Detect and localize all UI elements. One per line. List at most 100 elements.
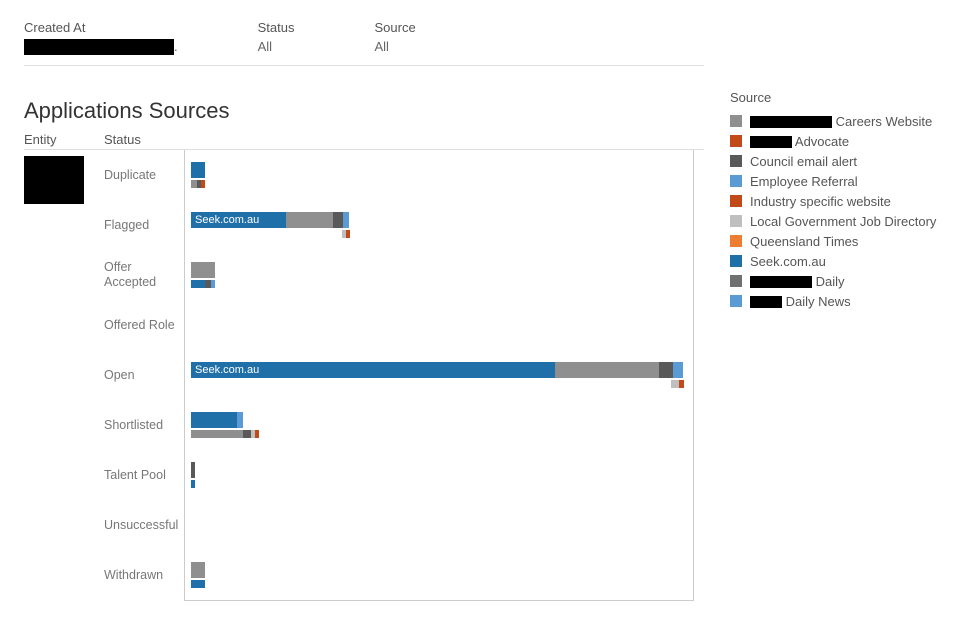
- filter-label: Created At: [24, 20, 178, 35]
- legend-item[interactable]: Local Government Job Directory: [730, 211, 956, 231]
- legend-item[interactable]: Industry specific website: [730, 191, 956, 211]
- bar-row: Seek.com.au: [191, 362, 687, 378]
- legend-item[interactable]: Daily News: [730, 291, 956, 311]
- legend-swatch: [730, 275, 742, 287]
- bar-segment-industry[interactable]: [255, 430, 259, 438]
- legend-swatch: [730, 195, 742, 207]
- bar-segment-industry[interactable]: [679, 380, 684, 388]
- legend-swatch: [730, 115, 742, 127]
- bar-segment-seek[interactable]: [191, 280, 205, 288]
- filter-source[interactable]: Source All: [374, 20, 415, 55]
- bar-segment-careers[interactable]: [286, 212, 334, 228]
- redacted-text: [750, 136, 792, 148]
- legend-item[interactable]: Queensland Times: [730, 231, 956, 251]
- legend-label: Advocate: [750, 134, 849, 149]
- redacted-text: [750, 116, 832, 128]
- bar-segment-council[interactable]: [243, 430, 251, 438]
- legend-item[interactable]: Council email alert: [730, 151, 956, 171]
- bar-row: [191, 412, 687, 428]
- bar-row: [671, 380, 687, 388]
- legend-label: Queensland Times: [750, 234, 858, 249]
- status-cell: Shortlisted: [104, 400, 184, 450]
- filter-created-at[interactable]: Created At .: [24, 20, 178, 55]
- legend-item[interactable]: Employee Referral: [730, 171, 956, 191]
- bar-row: [191, 480, 687, 488]
- status-cell: Offer Accepted: [104, 250, 184, 300]
- bar-segment-seek[interactable]: Seek.com.au: [191, 362, 555, 378]
- legend-label: Seek.com.au: [750, 254, 826, 269]
- legend-swatch: [730, 135, 742, 147]
- redacted-entity: [24, 156, 84, 204]
- bar-segment-seek[interactable]: Seek.com.au: [191, 212, 286, 228]
- bar-segment-empref[interactable]: [237, 412, 243, 428]
- status-column: DuplicateFlaggedOffer AcceptedOffered Ro…: [104, 150, 184, 601]
- legend: Source Careers Website Advocate Council e…: [730, 90, 956, 601]
- filter-label: Status: [258, 20, 295, 35]
- legend-swatch: [730, 235, 742, 247]
- status-cell: Flagged: [104, 200, 184, 250]
- legend-item[interactable]: Daily: [730, 271, 956, 291]
- chart-title: Applications Sources: [24, 98, 704, 124]
- bar-segment-seek[interactable]: [191, 412, 237, 428]
- bar-segment-council[interactable]: [659, 362, 673, 378]
- filter-bar: Created At . Status All Source All: [24, 20, 704, 66]
- plot-cell: [185, 550, 693, 600]
- bar-segment-council[interactable]: [333, 212, 343, 228]
- bar-segment-careers[interactable]: [191, 562, 205, 578]
- legend-title: Source: [730, 90, 956, 105]
- legend-item[interactable]: Seek.com.au: [730, 251, 956, 271]
- col-status-header: Status: [104, 132, 184, 147]
- bar-row: Seek.com.au: [191, 212, 687, 228]
- status-cell: Duplicate: [104, 150, 184, 200]
- plot-cell: [185, 500, 693, 550]
- plot-cell: [185, 250, 693, 300]
- legend-item[interactable]: Advocate: [730, 131, 956, 151]
- bar-segment-localgov[interactable]: [671, 380, 679, 388]
- bar-segment-empref[interactable]: [343, 212, 349, 228]
- bar-segment-empref[interactable]: [211, 280, 215, 288]
- bar-row: [191, 280, 687, 288]
- legend-swatch: [730, 295, 742, 307]
- plot-cell: Seek.com.au: [185, 200, 693, 250]
- bar-segment-careers[interactable]: [555, 362, 660, 378]
- filter-value: .: [24, 39, 178, 55]
- legend-swatch: [730, 175, 742, 187]
- bar-row: [191, 180, 687, 188]
- bar-segment-seek[interactable]: [191, 162, 205, 178]
- bar-segment-industry[interactable]: [201, 180, 205, 188]
- plot-cell: [185, 450, 693, 500]
- redacted-text: [750, 276, 812, 288]
- plot-cell: [185, 150, 693, 200]
- bar-row: [191, 562, 687, 578]
- bar-row: [191, 430, 687, 438]
- filter-status[interactable]: Status All: [258, 20, 295, 55]
- status-cell: Unsuccessful: [104, 500, 184, 550]
- legend-item[interactable]: Careers Website: [730, 111, 956, 131]
- legend-label: Industry specific website: [750, 194, 891, 209]
- legend-swatch: [730, 255, 742, 267]
- bar-segment-council[interactable]: [191, 462, 195, 478]
- bar-segment-seek[interactable]: [191, 580, 205, 588]
- legend-label: Employee Referral: [750, 174, 858, 189]
- plot-cell: [185, 400, 693, 450]
- bar-segment-industry[interactable]: [346, 230, 350, 238]
- bar-segment-careers[interactable]: [191, 262, 215, 278]
- filter-value: All: [258, 39, 295, 54]
- bar-row: [191, 162, 687, 178]
- bar-row: [191, 262, 687, 278]
- col-entity-header: Entity: [24, 132, 104, 147]
- redacted-text: [24, 39, 174, 55]
- legend-swatch: [730, 155, 742, 167]
- plot-cell: Seek.com.au: [185, 350, 693, 400]
- status-cell: Open: [104, 350, 184, 400]
- status-cell: Talent Pool: [104, 450, 184, 500]
- plot-cell: [185, 300, 693, 350]
- bar-segment-seek[interactable]: [191, 480, 195, 488]
- column-headers: Entity Status: [24, 132, 704, 150]
- filter-value: All: [374, 39, 415, 54]
- legend-label: Daily News: [750, 294, 851, 309]
- bar-segment-empref[interactable]: [673, 362, 683, 378]
- bar-row: [191, 462, 687, 478]
- bar-row: [342, 230, 687, 238]
- bar-segment-careers[interactable]: [191, 430, 243, 438]
